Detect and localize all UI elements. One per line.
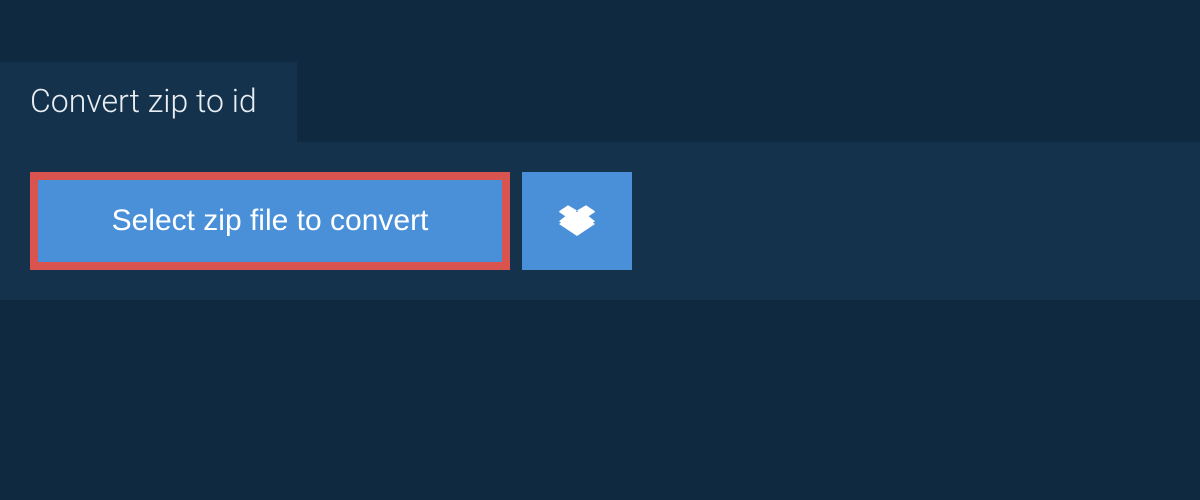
converter-panel: Select zip file to convert [0, 142, 1200, 300]
tab-label: Convert zip to id [30, 82, 257, 120]
tab-header: Convert zip to id [0, 62, 297, 142]
dropbox-icon [559, 203, 595, 239]
select-file-label: Select zip file to convert [112, 204, 429, 238]
dropbox-button[interactable] [522, 172, 632, 270]
select-file-button[interactable]: Select zip file to convert [30, 172, 510, 270]
button-row: Select zip file to convert [30, 172, 1170, 270]
